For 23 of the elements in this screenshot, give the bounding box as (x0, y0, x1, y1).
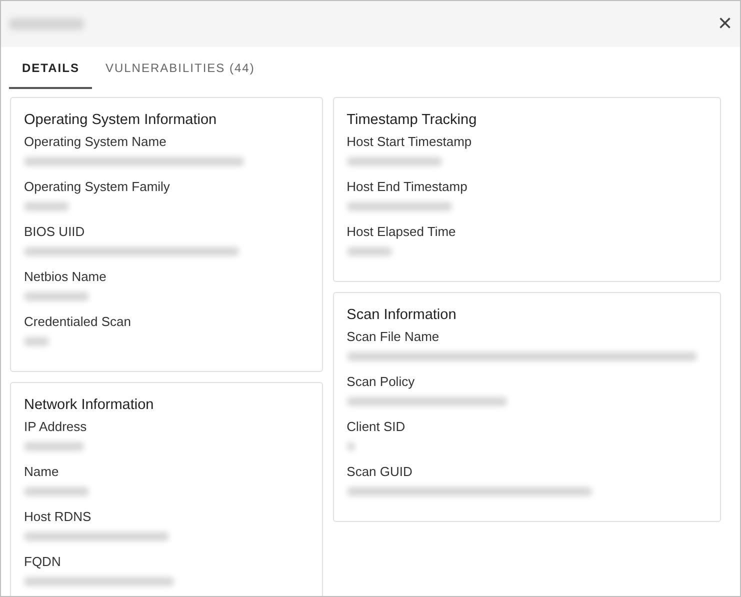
field-label: Scan File Name (346, 329, 440, 344)
field-label: Operating System Family (24, 179, 171, 194)
field-label: Scan Policy (346, 374, 416, 389)
field-label: FQDN (24, 554, 62, 569)
tab[interactable]: VULNERABILITIES (44) (92, 49, 268, 89)
field-label: BIOS UIID (24, 224, 86, 239)
close-button[interactable]: × (714, 12, 736, 36)
field-label: Host Elapsed Time (346, 224, 457, 239)
tab[interactable]: DETAILS (9, 49, 92, 89)
field-label: Netbios Name (24, 269, 108, 284)
field-label: IP Address (24, 419, 88, 434)
field-label: Name (24, 464, 60, 479)
field-label: Client SID (346, 419, 406, 434)
card-title: Timestamp Tracking (346, 112, 478, 128)
field-label: Credentialed Scan (24, 314, 132, 329)
field-label: Host RDNS (24, 509, 92, 524)
field-label: Operating System Name (24, 134, 168, 149)
card-title: Scan Information (346, 307, 458, 323)
field-label: Host Start Timestamp (346, 134, 473, 149)
card-title: Operating System Information (24, 112, 218, 128)
field-label: Host End Timestamp (346, 179, 468, 194)
card-title: Network Information (24, 397, 155, 413)
field-label: Scan GUID (346, 464, 414, 479)
